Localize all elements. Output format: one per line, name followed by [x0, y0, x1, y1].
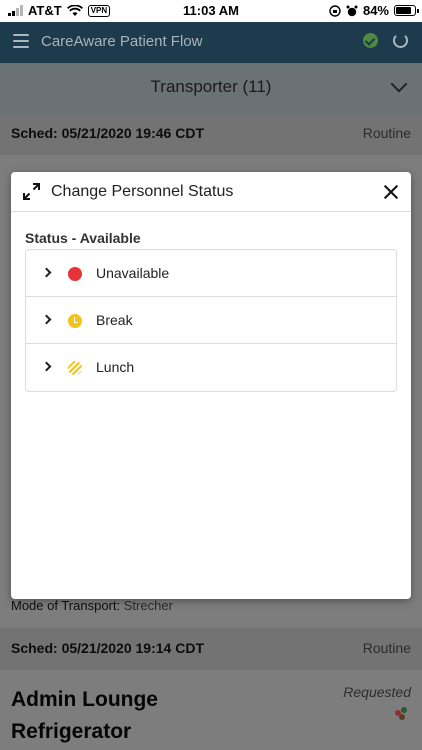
battery-percent: 84%: [362, 3, 389, 18]
change-status-modal: Change Personnel Status Status - Availab…: [11, 172, 411, 599]
location-title: Admin Lounge Refrigerator: [11, 688, 158, 743]
status-option-unavailable[interactable]: Unavailable: [26, 250, 396, 297]
vpn-badge: VPN: [87, 4, 111, 17]
status-left: AT&T VPN: [8, 3, 111, 18]
expand-icon[interactable]: [23, 183, 40, 200]
sched-time: Sched: 05/21/2020 19:46 CDT: [11, 125, 204, 141]
wifi-icon: [66, 4, 83, 16]
alarm-icon: [346, 5, 358, 16]
mode-label: Mode of Transport:: [11, 598, 121, 613]
sched-time: Sched: 05/21/2020 19:14 CDT: [11, 640, 204, 656]
mode-value: Strecher: [123, 598, 173, 613]
sync-ok-icon[interactable]: [363, 33, 378, 48]
chevron-right-icon: [41, 267, 52, 278]
status-option-lunch[interactable]: Lunch: [26, 344, 396, 391]
mode-of-transport: Mode of Transport: Strecher: [11, 598, 173, 613]
sched-bar: Sched: 05/21/2020 19:46 CDT Routine: [0, 113, 422, 155]
menu-icon[interactable]: [13, 34, 29, 48]
app-title: CareAware Patient Flow: [41, 33, 203, 50]
striped-circle-icon: [68, 361, 82, 375]
request-status: Requested: [343, 684, 411, 700]
status-option-label: Break: [96, 312, 133, 328]
status-option-break[interactable]: Break: [26, 297, 396, 344]
battery-icon: [394, 5, 419, 16]
current-status-label: Status - Available: [25, 230, 141, 246]
clock-icon: [68, 314, 82, 328]
sched-bar: Sched: 05/21/2020 19:14 CDT Routine: [0, 628, 422, 670]
rotation-lock-icon: [329, 4, 341, 17]
red-dot-icon: [68, 267, 82, 281]
status-right: 84%: [329, 3, 419, 18]
request-type-icon: [395, 707, 409, 721]
close-button[interactable]: [381, 182, 401, 202]
modal-header: Change Personnel Status: [11, 172, 411, 212]
chevron-right-icon: [41, 314, 52, 325]
transporter-dropdown[interactable]: Transporter (11): [0, 63, 422, 113]
modal-title: Change Personnel Status: [51, 183, 234, 200]
status-option-label: Lunch: [96, 359, 135, 375]
refresh-icon[interactable]: [393, 33, 408, 48]
transporter-label: Transporter (11): [150, 77, 272, 96]
app-header: CareAware Patient Flow: [0, 22, 422, 63]
priority-label: Routine: [362, 125, 411, 141]
status-option-label: Unavailable: [96, 265, 170, 281]
chevron-right-icon: [41, 361, 52, 372]
priority-label: Routine: [362, 640, 411, 656]
status-options-list: Unavailable Break Lunch: [25, 249, 397, 392]
status-bar: AT&T VPN 11:03 AM 84%: [0, 0, 422, 22]
signal-icon: [8, 5, 23, 16]
carrier-label: AT&T: [28, 3, 62, 18]
